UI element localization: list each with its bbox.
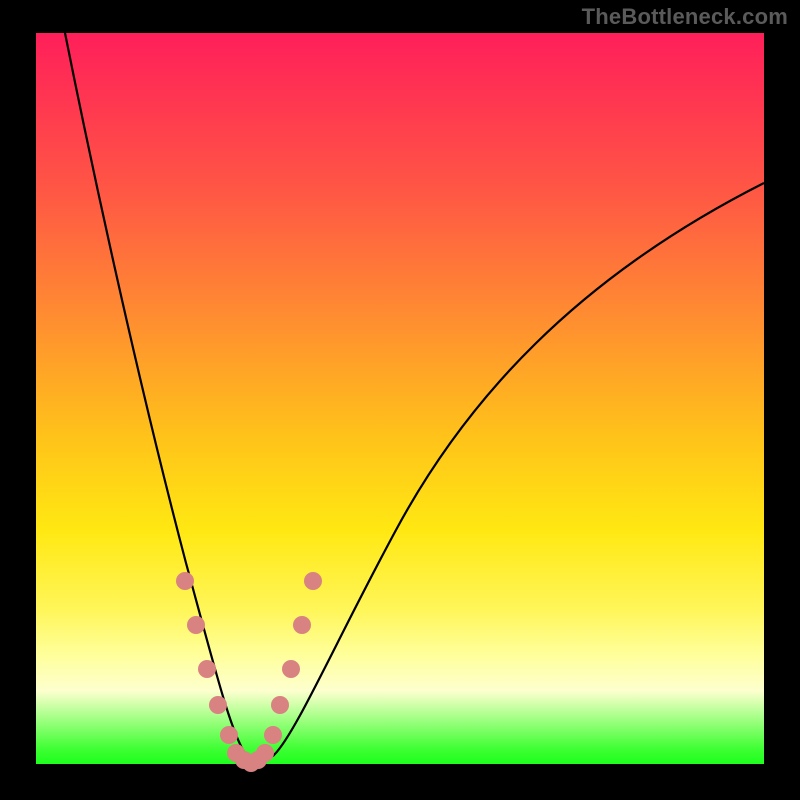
curve-layer xyxy=(36,33,764,764)
plot-area xyxy=(36,33,764,764)
marker-dots xyxy=(176,572,322,772)
bottleneck-curve-path xyxy=(65,33,764,761)
watermark-label: TheBottleneck.com xyxy=(582,4,788,30)
chart-frame: TheBottleneck.com xyxy=(0,0,800,800)
